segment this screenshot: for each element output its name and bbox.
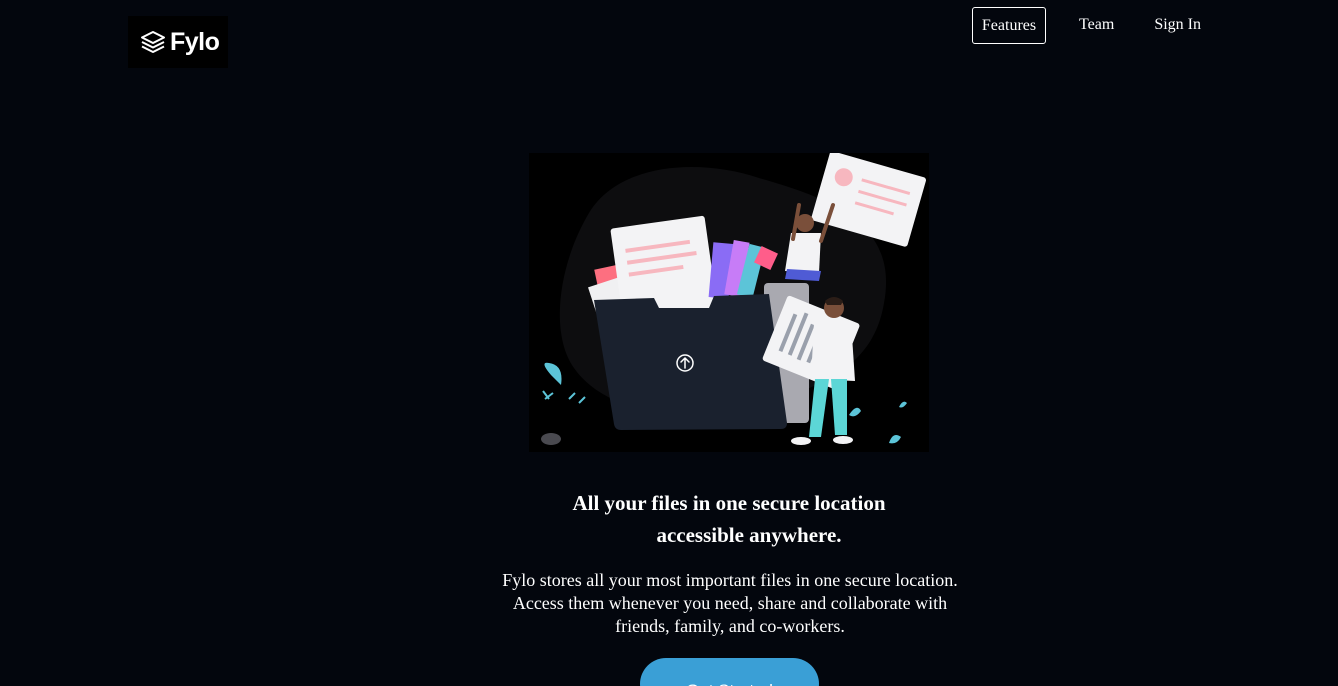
hero-illustration [529, 153, 929, 452]
headline-line-2: accessible anywhere. [656, 523, 842, 547]
top-nav: Features Team Sign In [972, 7, 1201, 44]
nav-features-link[interactable]: Features [972, 7, 1046, 44]
stacked-layers-icon [141, 31, 165, 53]
get-started-button[interactable]: Get Started [640, 658, 819, 686]
description-line-1: Fylo stores all your most important file… [502, 570, 958, 590]
headline-line-1: All your files in one secure location [572, 491, 886, 515]
description-line-3: friends, family, and co-workers. [615, 616, 845, 636]
hero-headline: All your files in one secure location ac… [529, 487, 929, 551]
logo[interactable]: Fylo [128, 16, 228, 68]
logo-text: Fylo [170, 27, 220, 56]
nav-sign-in-link[interactable]: Sign In [1154, 7, 1201, 44]
description-line-2: Access them whenever you need, share and… [512, 593, 948, 613]
hero-description: Fylo stores all your most important file… [450, 569, 1010, 638]
nav-team-link[interactable]: Team [1079, 7, 1114, 44]
